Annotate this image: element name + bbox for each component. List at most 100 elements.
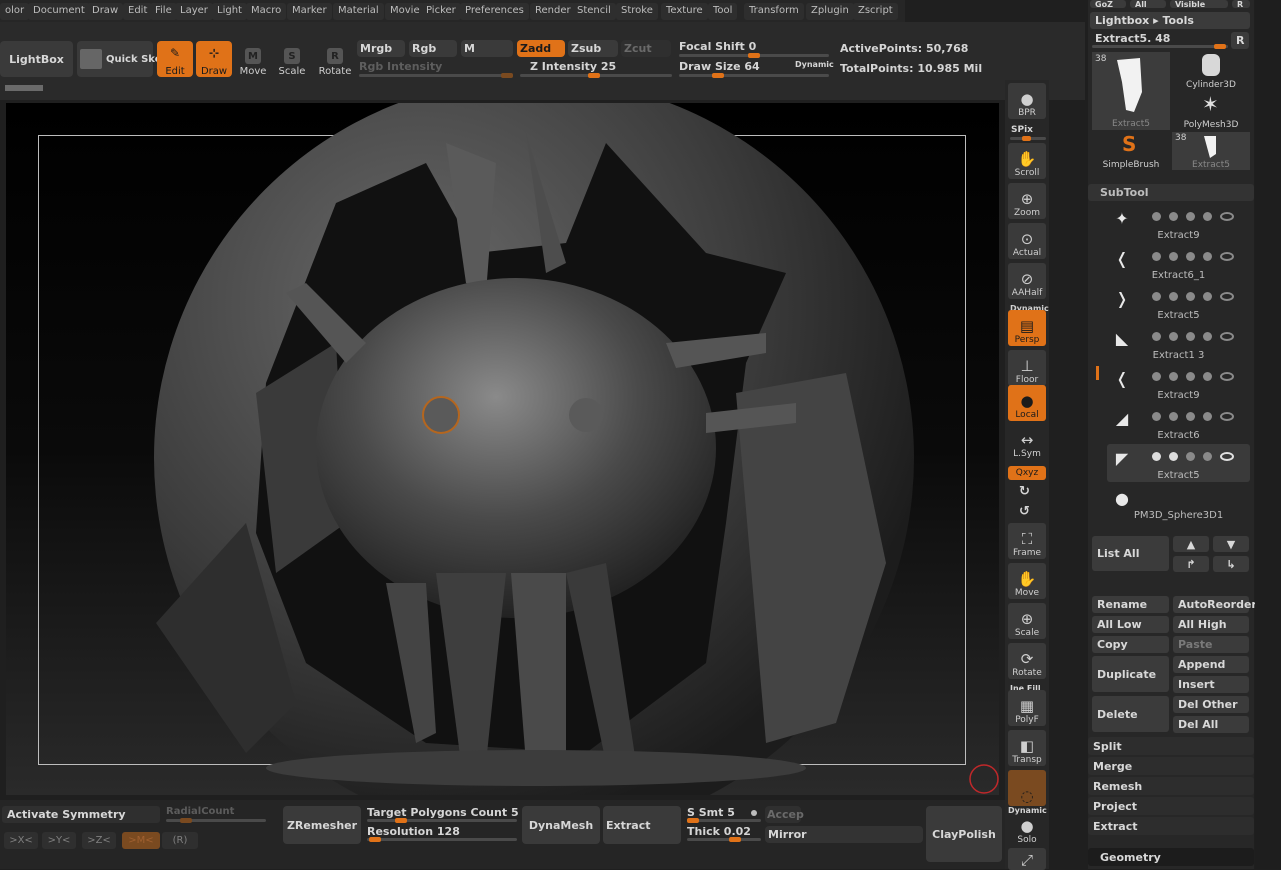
tool-thumb-simplebrush[interactable]: S SimpleBrush xyxy=(1092,132,1170,170)
solo-button[interactable]: ● Solo xyxy=(1008,810,1046,846)
eye-icon[interactable] xyxy=(1220,291,1234,301)
sym-z-button[interactable]: >Z< xyxy=(82,832,116,849)
sym-y-button[interactable]: >Y< xyxy=(42,832,76,849)
menu-layer[interactable]: Layer xyxy=(175,3,213,20)
geometry-section[interactable]: Geometry xyxy=(1088,848,1254,866)
tray-handle[interactable] xyxy=(5,85,43,91)
rotate-cw-icon[interactable]: ↻ xyxy=(1019,484,1030,499)
insert-button[interactable]: Insert xyxy=(1173,676,1249,693)
transp-button[interactable]: ◧ Transp xyxy=(1008,730,1046,766)
draw-button[interactable]: ⊹ Draw xyxy=(196,41,232,77)
rotate-button[interactable]: R Rotate xyxy=(316,41,354,77)
lightbox-tools-button[interactable]: Lightbox ▸ Tools xyxy=(1090,12,1250,29)
r-top-button[interactable]: R xyxy=(1232,0,1250,8)
scroll-button[interactable]: ✋ Scroll xyxy=(1008,143,1046,179)
subtool-item-selected[interactable]: ◤ Extract5 xyxy=(1107,444,1250,482)
all-high-button[interactable]: All High xyxy=(1173,616,1249,633)
visible-button[interactable]: Visible xyxy=(1170,0,1228,8)
menu-document[interactable]: Document xyxy=(28,3,90,20)
menu-preferences[interactable]: Preferences xyxy=(460,3,529,20)
eye-icon[interactable] xyxy=(1220,411,1234,421)
menu-light[interactable]: Light xyxy=(212,3,247,20)
menu-texture[interactable]: Texture xyxy=(661,3,708,20)
tool-thumb-polymesh3d[interactable]: ✶ PolyMesh3D xyxy=(1172,92,1250,130)
paste-button[interactable]: Paste xyxy=(1173,636,1249,653)
claypolish-button[interactable]: ClayPolish xyxy=(926,806,1002,862)
subtool-item[interactable]: ❭ Extract5 xyxy=(1107,284,1250,322)
zcut-button[interactable]: Zcut xyxy=(621,40,671,57)
eye-icon[interactable] xyxy=(1220,211,1234,221)
accept-button[interactable]: Accep xyxy=(765,806,804,823)
subtool-item[interactable]: ❬ Extract6_1 xyxy=(1107,244,1250,282)
mirror-button[interactable]: Mirror xyxy=(765,826,923,843)
lightbox-button[interactable]: LightBox xyxy=(0,41,73,77)
project-section[interactable]: Project xyxy=(1088,797,1254,815)
target-polygons-slider[interactable] xyxy=(367,818,517,823)
menu-marker[interactable]: Marker xyxy=(287,3,332,20)
resolution-slider[interactable] xyxy=(367,837,517,842)
del-other-button[interactable]: Del Other xyxy=(1173,696,1249,713)
autoreorder-button[interactable]: AutoReorder xyxy=(1173,596,1257,613)
menu-tool[interactable]: Tool xyxy=(708,3,738,20)
persp-button[interactable]: ▤ Persp xyxy=(1008,310,1046,346)
zremesher-button[interactable]: ZRemesher xyxy=(283,806,361,844)
rotate-ccw-icon[interactable]: ↺ xyxy=(1019,504,1030,519)
menu-zplugin[interactable]: Zplugin xyxy=(806,3,854,20)
subtool-scroll-indicator[interactable] xyxy=(1096,366,1099,380)
menu-file[interactable]: File xyxy=(150,3,177,20)
append-button[interactable]: Append xyxy=(1173,656,1249,673)
rename-button[interactable]: Rename xyxy=(1092,596,1169,613)
menu-zscript[interactable]: Zscript xyxy=(853,3,898,20)
split-section[interactable]: Split xyxy=(1088,737,1254,755)
sym-m-button[interactable]: >M< xyxy=(122,832,160,849)
move-bottom-button[interactable]: ↳ xyxy=(1213,556,1249,572)
draw-size-slider[interactable] xyxy=(679,73,829,78)
subtool-item[interactable]: ❬ Extract9 xyxy=(1107,364,1250,402)
all-button[interactable]: All xyxy=(1130,0,1166,8)
xpose-button[interactable]: ⤢ xyxy=(1008,848,1046,870)
all-low-button[interactable]: All Low xyxy=(1092,616,1169,633)
eye-icon[interactable] xyxy=(1220,331,1234,341)
subtool-item[interactable]: ✦ Extract9 xyxy=(1107,204,1250,242)
scale-view-button[interactable]: ⊕ Scale xyxy=(1008,603,1046,639)
current-tool-slider[interactable] xyxy=(1092,44,1228,49)
r-button[interactable]: R xyxy=(1231,32,1249,49)
tool-thumb-extract5[interactable]: 38 Extract5 xyxy=(1092,52,1170,130)
spix-slider[interactable] xyxy=(1010,136,1046,141)
menu-transform[interactable]: Transform xyxy=(744,3,804,20)
zsub-button[interactable]: Zsub xyxy=(568,40,618,57)
viewport-canvas[interactable] xyxy=(6,103,999,795)
menu-render[interactable]: Render xyxy=(530,3,576,20)
subtool-header[interactable]: SubTool xyxy=(1088,184,1254,201)
dynamesh-button[interactable]: DynaMesh xyxy=(522,806,600,844)
focal-shift-slider[interactable] xyxy=(679,53,829,58)
m-button[interactable]: M xyxy=(461,40,513,57)
local-button[interactable]: ● Local xyxy=(1008,385,1046,421)
extract-button[interactable]: Extract xyxy=(603,806,681,844)
menu-material[interactable]: Material xyxy=(333,3,384,20)
delete-button[interactable]: Delete xyxy=(1092,696,1169,732)
floor-button[interactable]: ⊥ Floor xyxy=(1008,350,1046,386)
tool-thumb-extract5-small[interactable]: 38 Extract5 xyxy=(1172,132,1250,170)
menu-draw[interactable]: Draw xyxy=(87,3,124,20)
move-down-button[interactable]: ▼ xyxy=(1213,536,1249,552)
eye-icon[interactable] xyxy=(1220,451,1234,461)
eye-icon[interactable] xyxy=(1220,371,1234,381)
copy-button[interactable]: Copy xyxy=(1092,636,1169,653)
lsym-button[interactable]: ↔ L.Sym xyxy=(1008,430,1046,460)
zadd-button[interactable]: Zadd xyxy=(517,40,565,57)
bpr-button[interactable]: ● BPR xyxy=(1008,83,1046,119)
del-all-button[interactable]: Del All xyxy=(1173,716,1249,733)
menu-stroke[interactable]: Stroke xyxy=(616,3,658,20)
menu-picker[interactable]: Picker xyxy=(421,3,461,20)
quick-sketch-button[interactable]: Quick Sketch xyxy=(77,41,179,77)
menu-edit[interactable]: Edit xyxy=(123,3,153,20)
radial-count-slider[interactable] xyxy=(166,818,266,823)
move-top-button[interactable]: ↱ xyxy=(1173,556,1209,572)
dynamic-label[interactable]: Dynamic xyxy=(795,60,834,69)
menu-macro[interactable]: Macro xyxy=(246,3,287,20)
activate-symmetry-button[interactable]: Activate Symmetry xyxy=(2,806,160,823)
menu-movie[interactable]: Movie xyxy=(385,3,425,20)
menu-color[interactable]: olor xyxy=(0,3,30,20)
ghost-button[interactable]: ◌ xyxy=(1008,770,1046,806)
